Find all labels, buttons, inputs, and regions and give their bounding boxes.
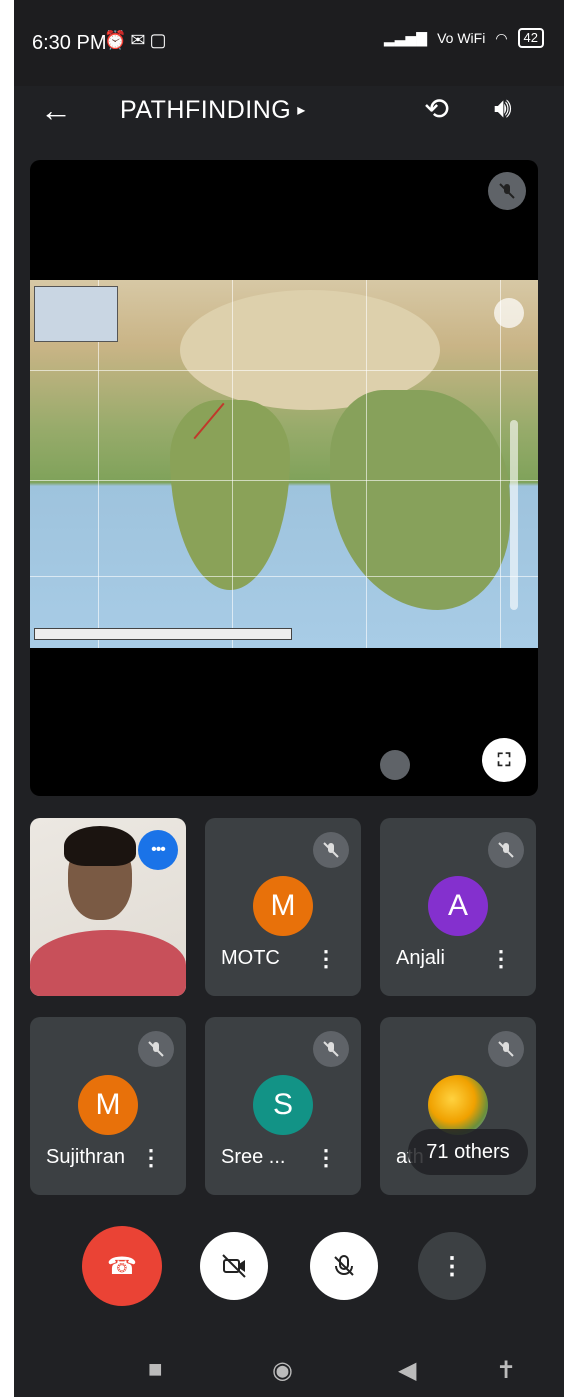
back-triangle-icon[interactable]: ◀ (398, 1356, 416, 1385)
meeting-toolbar: ← PATHFINDING ▸ ⟲ 🔊︎ (14, 86, 564, 136)
wifi-icon: ◠ (495, 29, 508, 46)
more-options-button[interactable]: ⋮ (418, 1232, 486, 1300)
shared-map (30, 280, 538, 648)
speaker-icon[interactable]: 🔊︎ (494, 92, 512, 125)
switch-camera-icon[interactable]: ⟲ (424, 92, 449, 127)
phone-screen: 6:30 PM ⏰✉▢ ▂▃▅▇ Vo WiFi ◠ 42 ← PATHFIND… (14, 0, 564, 1397)
mic-off-icon (313, 1031, 349, 1067)
signal-icon: ▂▃▅▇ (384, 29, 428, 46)
meeting-title-text: PATHFINDING (120, 96, 292, 124)
participant-tile-others[interactable]: ath 71 others (380, 1017, 536, 1195)
more-vertical-icon[interactable]: ⋮ (140, 1147, 162, 1169)
more-vertical-icon[interactable]: ⋮ (315, 1147, 337, 1169)
mic-off-icon (138, 1031, 174, 1067)
map-gridline (30, 576, 538, 577)
more-vertical-icon: ⋮ (440, 1252, 464, 1280)
status-bar: 6:30 PM ⏰✉▢ ▂▃▅▇ Vo WiFi ◠ 42 (14, 0, 564, 86)
avatar-photo (428, 1075, 488, 1135)
more-vertical-icon[interactable]: ⋮ (490, 948, 512, 970)
map-gridline (366, 280, 367, 648)
map-scale-bar (34, 628, 292, 640)
participant-name: MOTC (221, 947, 280, 969)
speaking-indicator-icon: ••• (138, 830, 178, 870)
map-zoom-slider (510, 420, 518, 610)
recents-icon[interactable]: ■ (148, 1356, 163, 1384)
mic-off-icon (313, 832, 349, 868)
map-gridline (30, 370, 538, 371)
avatar: M (78, 1075, 138, 1135)
end-call-button[interactable]: ☎ (82, 1226, 162, 1306)
status-notification-icons: ⏰✉▢ (104, 30, 171, 50)
fullscreen-icon[interactable]: ⛶ (482, 738, 526, 782)
map-land-southeast-asia (330, 390, 510, 610)
participant-name: Sree ... (221, 1146, 286, 1168)
compass-icon (494, 298, 524, 328)
participant-tile[interactable]: A Anjali ⋮ (380, 818, 536, 996)
call-controls: ☎ ⋮ (14, 1220, 564, 1320)
participant-name: Sujithran (46, 1146, 125, 1168)
mic-off-icon (334, 1255, 354, 1276)
camera-off-icon (222, 1254, 246, 1278)
map-land-india (170, 400, 290, 590)
status-right: ▂▃▅▇ Vo WiFi ◠ 42 (384, 28, 544, 48)
participant-tile[interactable]: M MOTC ⋮ (205, 818, 361, 996)
map-gridline (500, 280, 501, 648)
avatar: S (253, 1075, 313, 1135)
mic-off-icon (488, 172, 526, 210)
touch-indicator (380, 750, 410, 780)
system-nav-bar: ■ ◉ ◀ ✝ (14, 1346, 564, 1397)
participant-tile[interactable]: M Sujithran ⋮ (30, 1017, 186, 1195)
presentation-stage[interactable]: ⛶ (30, 160, 538, 796)
chevron-right-icon: ▸ (297, 102, 306, 119)
avatar: M (253, 876, 313, 936)
others-count-button[interactable]: 71 others (408, 1129, 528, 1175)
self-video-hair (64, 826, 136, 866)
camera-toggle-button[interactable] (200, 1232, 268, 1300)
map-gridline (232, 280, 233, 648)
more-vertical-icon[interactable]: ⋮ (315, 948, 337, 970)
avatar: A (428, 876, 488, 936)
participant-name: Anjali (396, 947, 445, 969)
self-video-shirt (30, 930, 186, 996)
participant-tile[interactable]: S Sree ... ⋮ (205, 1017, 361, 1195)
map-overview-inset (34, 286, 118, 342)
mic-toggle-button[interactable] (310, 1232, 378, 1300)
mic-off-icon (488, 1031, 524, 1067)
meeting-title[interactable]: PATHFINDING ▸ (120, 96, 306, 125)
end-call-icon: ☎ (107, 1252, 137, 1280)
home-icon[interactable]: ◉ (272, 1356, 293, 1385)
mic-off-icon (488, 832, 524, 868)
status-time: 6:30 PM (32, 32, 107, 54)
network-label: Vo WiFi (437, 30, 486, 46)
map-gridline (30, 480, 538, 481)
arrow-left-icon[interactable]: ← (40, 92, 72, 129)
battery-icon: 42 (517, 28, 544, 48)
accessibility-icon[interactable]: ✝ (496, 1356, 516, 1385)
participant-tile-self[interactable]: ••• (30, 818, 186, 996)
